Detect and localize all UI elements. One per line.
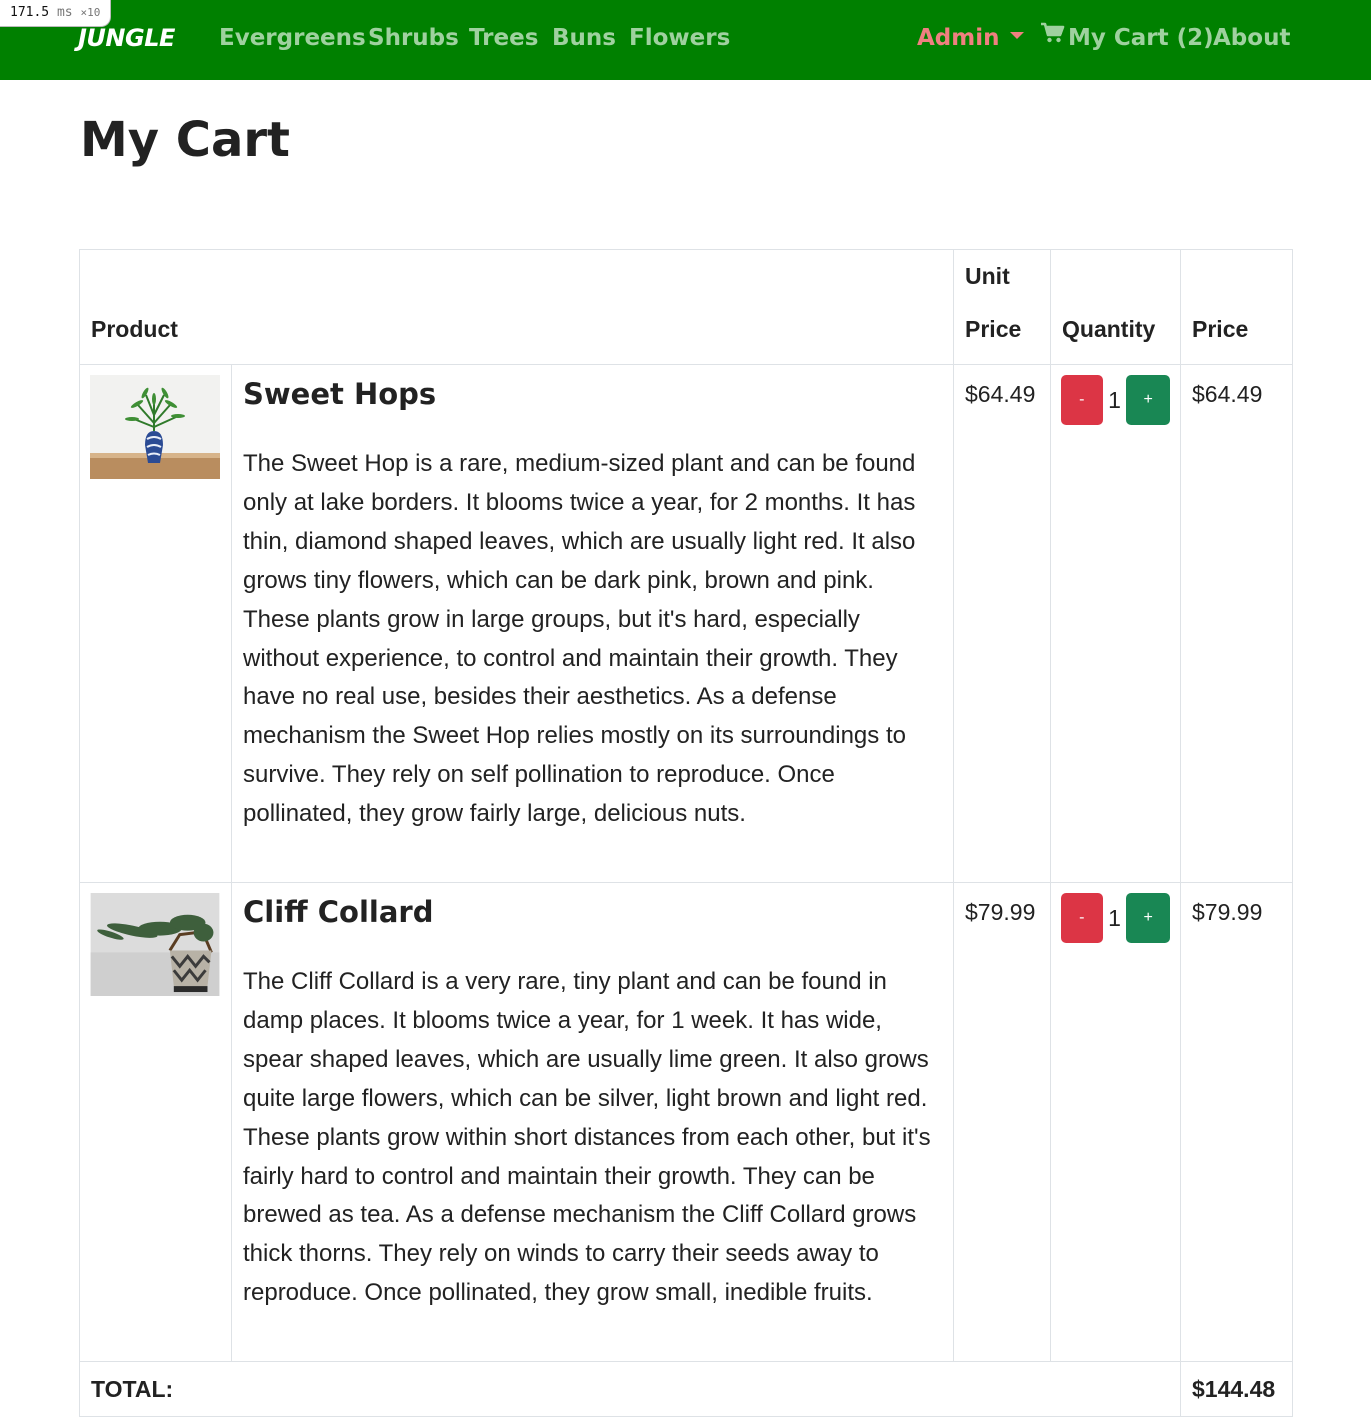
render-time-unit: ms <box>56 5 73 20</box>
line-price-cell: $79.99 <box>1180 882 1294 1362</box>
product-info-cell: Cliff Collard The Cliff Collard is a ver… <box>230 882 955 1362</box>
decrease-quantity-button[interactable]: - <box>1061 893 1103 943</box>
increase-quantity-button[interactable]: + <box>1126 375 1171 425</box>
header-product: Product <box>78 249 955 365</box>
total-row: TOTAL: $144.48 <box>78 1361 1294 1417</box>
line-price-cell: $64.49 <box>1180 364 1294 883</box>
decrease-quantity-button[interactable]: - <box>1061 375 1103 425</box>
product-info-cell: Sweet Hops The Sweet Hop is a rare, medi… <box>230 364 955 883</box>
nav-link-shrubs[interactable]: Shrubs <box>368 22 459 54</box>
shopping-cart-icon <box>1040 21 1065 53</box>
quantity-stepper: - 1 + <box>1061 893 1171 943</box>
page-title: My Cart <box>80 112 290 168</box>
quantity-value: 1 <box>1108 904 1121 931</box>
product-image-cell <box>79 364 232 883</box>
nav-link-about[interactable]: About <box>1213 22 1290 54</box>
quantity-stepper: - 1 + <box>1061 375 1171 425</box>
product-image-cliff-collard[interactable] <box>90 893 220 996</box>
nav-link-evergreens[interactable]: Evergreens <box>219 22 366 54</box>
header-quantity: Quantity <box>1050 249 1182 365</box>
nav-link-cart[interactable]: My Cart (2) <box>1040 22 1214 55</box>
product-image-cell <box>79 882 232 1362</box>
top-navbar: JUNGLE Evergreens Shrubs Trees Buns Flow… <box>0 0 1371 80</box>
unit-price-cell: $64.49 <box>953 364 1052 883</box>
quantity-value: 1 <box>1108 386 1121 413</box>
header-unit-price: Unit Price <box>953 249 1052 365</box>
product-description: The Cliff Collard is a very rare, tiny p… <box>243 968 931 1307</box>
table-row: Sweet Hops The Sweet Hop is a rare, medi… <box>79 364 1294 883</box>
product-image-sweet-hops[interactable] <box>90 375 220 479</box>
cart-label: My Cart (2) <box>1068 25 1214 51</box>
total-value: $144.48 <box>1180 1361 1294 1417</box>
nav-link-flowers[interactable]: Flowers <box>629 22 730 54</box>
quantity-cell: - 1 + <box>1050 882 1182 1362</box>
render-time-value: 171.5 <box>10 5 50 20</box>
table-header-row: Product Unit Price Quantity Price <box>78 249 1294 365</box>
product-description: The Sweet Hop is a rare, medium-sized pl… <box>243 450 916 828</box>
nav-link-buns[interactable]: Buns <box>552 22 616 54</box>
admin-dropdown[interactable]: Admin <box>917 22 1024 54</box>
nav-link-trees[interactable]: Trees <box>469 22 538 54</box>
quantity-cell: - 1 + <box>1050 364 1182 883</box>
header-price: Price <box>1180 249 1294 365</box>
unit-price-cell: $79.99 <box>953 882 1052 1362</box>
caret-down-icon <box>1009 32 1024 39</box>
render-time-badge: 171.5 ms ×10 <box>0 0 112 27</box>
product-name[interactable]: Sweet Hops <box>243 375 942 413</box>
render-time-multiplier: ×10 <box>80 6 101 19</box>
total-label: TOTAL: <box>78 1361 1182 1417</box>
table-row: Cliff Collard The Cliff Collard is a ver… <box>79 882 1294 1362</box>
increase-quantity-button[interactable]: + <box>1126 893 1171 943</box>
admin-label: Admin <box>917 25 1000 51</box>
product-name[interactable]: Cliff Collard <box>243 893 942 931</box>
cart-table: Product Unit Price Quantity Price Sweet … <box>78 249 1294 1417</box>
